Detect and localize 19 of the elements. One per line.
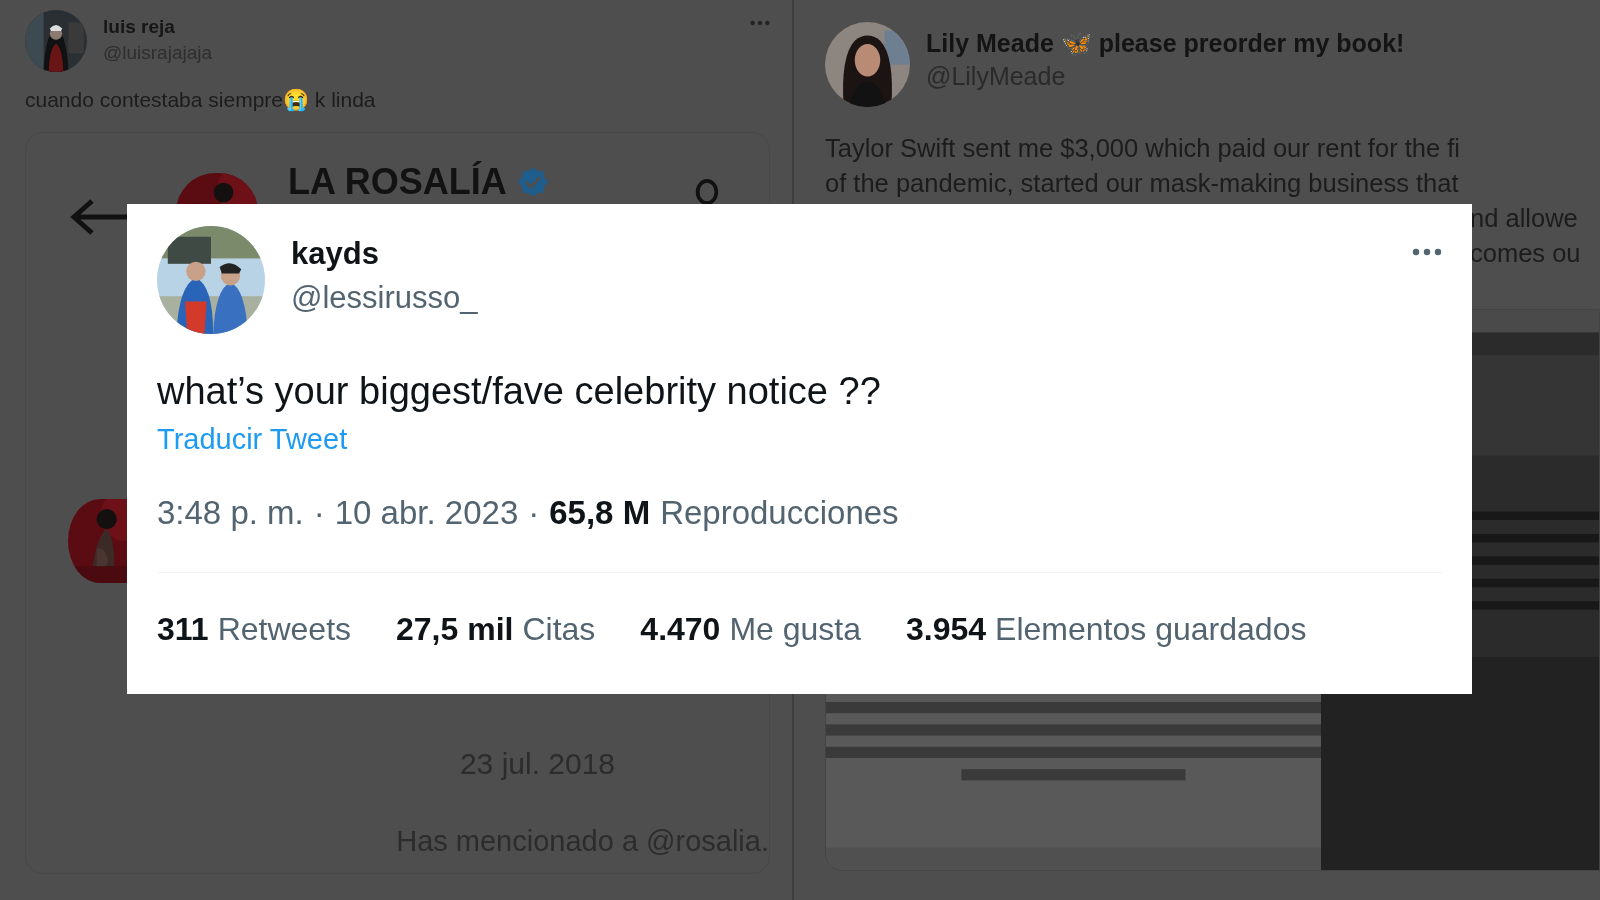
back-arrow-icon[interactable] [70, 197, 130, 237]
stat-label[interactable]: Citas [522, 611, 596, 648]
profile-name: LA ROSALÍA [288, 161, 507, 203]
tweet-date: 10 abr. 2023 [334, 494, 519, 532]
separator-dot: · [528, 494, 540, 532]
stat-label[interactable]: Me gusta [729, 611, 862, 648]
user-name[interactable]: kayds [291, 236, 478, 272]
user-handle[interactable]: @lessirusso_ [291, 280, 478, 316]
tweet-time: 3:48 p. m. [157, 494, 304, 532]
more-icon[interactable] [1412, 248, 1442, 256]
stat-count[interactable]: 311 [157, 611, 209, 648]
verified-badge-icon [516, 166, 549, 198]
views-count: 65,8 M [549, 494, 651, 532]
stat-count[interactable]: 4.470 [640, 611, 721, 648]
separator-dot: · [313, 494, 325, 532]
ring-icon[interactable] [693, 178, 721, 206]
stat-label[interactable]: Retweets [217, 611, 351, 648]
tweet-text: what’s your biggest/fave celebrity notice ?? [157, 370, 882, 413]
stat-count[interactable]: 27,5 mil [396, 611, 514, 648]
